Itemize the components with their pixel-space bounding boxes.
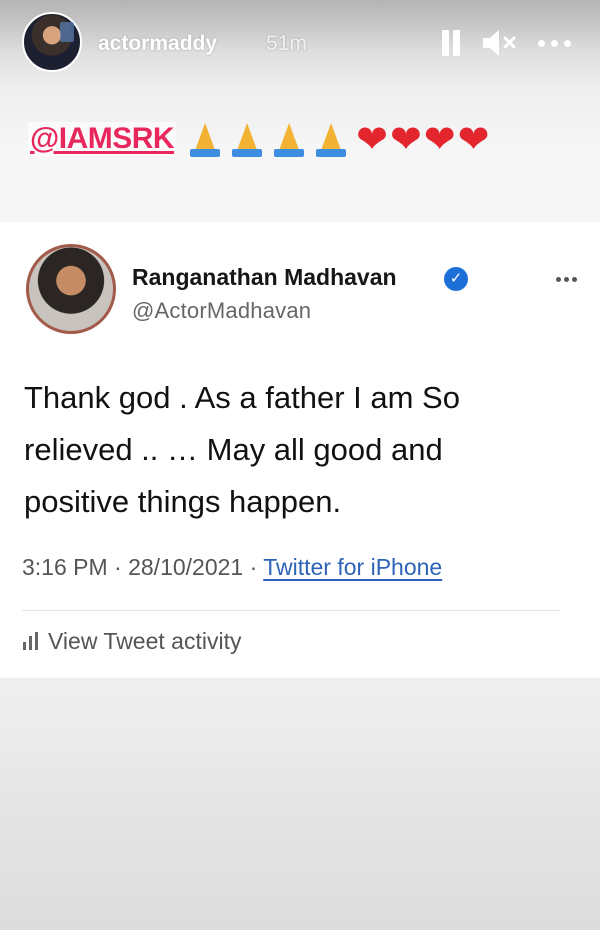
red-heart-icon: ❤ (389, 117, 422, 161)
verified-badge-icon: ✓ (444, 267, 468, 291)
folded-hands-icon (186, 119, 224, 159)
story-username[interactable]: actormaddy (98, 32, 217, 56)
tweet-card[interactable]: Ranganathan Madhavan ✓ @ActorMadhavan Th… (0, 222, 600, 678)
red-heart-icon: ❤ (457, 117, 490, 161)
divider (22, 610, 560, 611)
folded-hands-emojis (186, 119, 350, 159)
folded-hands-icon (228, 119, 266, 159)
pause-icon[interactable] (438, 28, 464, 58)
view-tweet-activity-button[interactable]: View Tweet activity (22, 626, 241, 656)
mute-icon[interactable] (480, 28, 520, 58)
folded-hands-icon (312, 119, 350, 159)
red-heart-icon: ❤ (356, 117, 388, 161)
story-header: actormaddy 51m (0, 0, 600, 90)
story-time: 51m (266, 32, 307, 55)
story-author-avatar[interactable] (22, 12, 82, 72)
view-tweet-activity-label: View Tweet activity (48, 627, 242, 654)
mention-link[interactable]: @IAMSRK (28, 122, 177, 156)
folded-hands-icon (270, 119, 308, 159)
tweet-source-link[interactable]: Twitter for iPhone (263, 554, 442, 580)
more-icon[interactable] (536, 28, 576, 58)
analytics-bars-icon (22, 632, 40, 650)
heart-emojis: ❤ ❤ ❤ ❤ (356, 119, 489, 159)
tweet-display-name[interactable]: Ranganathan Madhavan (132, 264, 397, 291)
tweet-timestamp: 3:16 PM · 28/10/2021 · (22, 554, 264, 580)
red-heart-icon: ❤ (423, 117, 456, 161)
tweet-handle[interactable]: @ActorMadhavan (132, 298, 311, 324)
tweet-author-avatar[interactable] (26, 244, 116, 334)
tweet-meta: 3:16 PM · 28/10/2021 · Twitter for iPhon… (22, 554, 442, 581)
tweet-more-icon[interactable] (554, 274, 580, 284)
story-caption: @IAMSRK ❤ ❤ ❤ ❤ (28, 116, 489, 162)
tweet-text: Thank god . As a father I am So relieved… (24, 380, 460, 519)
